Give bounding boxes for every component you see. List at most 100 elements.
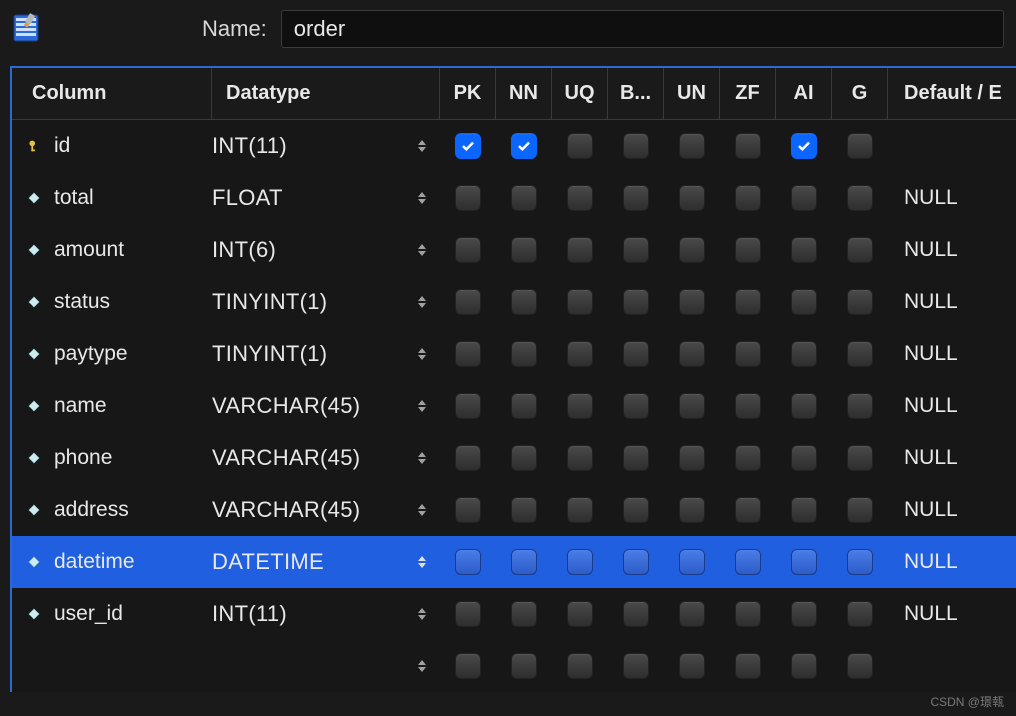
flag-checkbox[interactable] xyxy=(847,549,873,575)
flag-checkbox[interactable] xyxy=(679,341,705,367)
flag-checkbox[interactable] xyxy=(511,653,537,679)
table-row-new[interactable] xyxy=(12,640,1016,692)
flag-checkbox[interactable] xyxy=(567,601,593,627)
flag-checkbox[interactable] xyxy=(847,497,873,523)
flag-checkbox[interactable] xyxy=(735,289,761,315)
table-row[interactable]: amountINT(6)NULL xyxy=(12,224,1016,276)
flag-checkbox[interactable] xyxy=(455,133,481,159)
flag-checkbox[interactable] xyxy=(735,549,761,575)
flag-checkbox[interactable] xyxy=(791,133,817,159)
datatype-stepper[interactable] xyxy=(418,655,432,677)
flag-checkbox[interactable] xyxy=(623,653,649,679)
header-flag-pk[interactable]: PK xyxy=(440,68,496,119)
flag-checkbox[interactable] xyxy=(735,133,761,159)
flag-checkbox[interactable] xyxy=(847,341,873,367)
flag-checkbox[interactable] xyxy=(791,549,817,575)
header-datatype[interactable]: Datatype xyxy=(212,68,440,119)
flag-checkbox[interactable] xyxy=(679,549,705,575)
default-value[interactable]: NULL xyxy=(888,550,1016,574)
default-value[interactable]: NULL xyxy=(888,186,1016,210)
datatype-value[interactable]: DATETIME xyxy=(212,549,324,575)
header-default[interactable]: Default / E xyxy=(888,68,1016,119)
flag-checkbox[interactable] xyxy=(455,185,481,211)
flag-checkbox[interactable] xyxy=(679,237,705,263)
column-name[interactable]: amount xyxy=(54,238,124,262)
datatype-value[interactable]: VARCHAR(45) xyxy=(212,445,360,471)
flag-checkbox[interactable] xyxy=(623,445,649,471)
default-value[interactable]: NULL xyxy=(888,394,1016,418)
header-flag-nn[interactable]: NN xyxy=(496,68,552,119)
flag-checkbox[interactable] xyxy=(511,133,537,159)
datatype-stepper[interactable] xyxy=(418,291,432,313)
table-row[interactable]: paytypeTINYINT(1)NULL xyxy=(12,328,1016,380)
flag-checkbox[interactable] xyxy=(623,601,649,627)
table-row[interactable]: datetime DATETIME NULL xyxy=(12,536,1016,588)
datatype-value[interactable]: INT(11) xyxy=(212,133,287,159)
flag-checkbox[interactable] xyxy=(847,393,873,419)
flag-checkbox[interactable] xyxy=(735,653,761,679)
flag-checkbox[interactable] xyxy=(735,237,761,263)
datatype-value[interactable]: TINYINT(1) xyxy=(212,289,327,315)
flag-checkbox[interactable] xyxy=(679,653,705,679)
default-value[interactable]: NULL xyxy=(888,446,1016,470)
datatype-stepper[interactable] xyxy=(418,499,432,521)
flag-checkbox[interactable] xyxy=(791,185,817,211)
column-name[interactable]: datetime xyxy=(54,550,135,574)
flag-checkbox[interactable] xyxy=(623,497,649,523)
table-row[interactable]: idINT(11) xyxy=(12,120,1016,172)
flag-checkbox[interactable] xyxy=(511,237,537,263)
flag-checkbox[interactable] xyxy=(567,445,593,471)
flag-checkbox[interactable] xyxy=(511,393,537,419)
flag-checkbox[interactable] xyxy=(679,445,705,471)
datatype-value[interactable]: FLOAT xyxy=(212,185,283,211)
flag-checkbox[interactable] xyxy=(623,289,649,315)
flag-checkbox[interactable] xyxy=(735,601,761,627)
datatype-value[interactable]: VARCHAR(45) xyxy=(212,497,360,523)
table-row[interactable]: address VARCHAR(45) NULL xyxy=(12,484,1016,536)
default-value[interactable]: NULL xyxy=(888,602,1016,626)
flag-checkbox[interactable] xyxy=(791,341,817,367)
datatype-stepper[interactable] xyxy=(418,551,432,573)
header-column[interactable]: Column xyxy=(12,68,212,119)
datatype-stepper[interactable] xyxy=(418,603,432,625)
flag-checkbox[interactable] xyxy=(847,289,873,315)
flag-checkbox[interactable] xyxy=(847,133,873,159)
header-flag-b[interactable]: B... xyxy=(608,68,664,119)
header-flag-uq[interactable]: UQ xyxy=(552,68,608,119)
default-value[interactable]: NULL xyxy=(888,342,1016,366)
default-value[interactable]: NULL xyxy=(888,290,1016,314)
table-name-input[interactable] xyxy=(281,10,1004,48)
flag-checkbox[interactable] xyxy=(567,341,593,367)
flag-checkbox[interactable] xyxy=(791,601,817,627)
flag-checkbox[interactable] xyxy=(567,549,593,575)
column-name[interactable]: name xyxy=(54,394,107,418)
datatype-value[interactable]: TINYINT(1) xyxy=(212,341,327,367)
flag-checkbox[interactable] xyxy=(847,185,873,211)
flag-checkbox[interactable] xyxy=(623,133,649,159)
flag-checkbox[interactable] xyxy=(623,393,649,419)
flag-checkbox[interactable] xyxy=(455,549,481,575)
column-name[interactable]: address xyxy=(54,498,129,522)
flag-checkbox[interactable] xyxy=(511,185,537,211)
column-name[interactable]: user_id xyxy=(54,602,123,626)
datatype-value[interactable]: VARCHAR(45) xyxy=(212,393,360,419)
table-row[interactable]: totalFLOATNULL xyxy=(12,172,1016,224)
flag-checkbox[interactable] xyxy=(791,653,817,679)
column-name[interactable]: phone xyxy=(54,446,112,470)
flag-checkbox[interactable] xyxy=(791,289,817,315)
flag-checkbox[interactable] xyxy=(567,393,593,419)
datatype-stepper[interactable] xyxy=(418,343,432,365)
flag-checkbox[interactable] xyxy=(455,445,481,471)
default-value[interactable]: NULL xyxy=(888,498,1016,522)
flag-checkbox[interactable] xyxy=(623,341,649,367)
flag-checkbox[interactable] xyxy=(679,497,705,523)
flag-checkbox[interactable] xyxy=(511,445,537,471)
table-row[interactable]: phone VARCHAR(45) NULL xyxy=(12,432,1016,484)
flag-checkbox[interactable] xyxy=(511,289,537,315)
header-flag-ai[interactable]: AI xyxy=(776,68,832,119)
flag-checkbox[interactable] xyxy=(511,549,537,575)
flag-checkbox[interactable] xyxy=(455,237,481,263)
table-row[interactable]: statusTINYINT(1)NULL xyxy=(12,276,1016,328)
header-flag-un[interactable]: UN xyxy=(664,68,720,119)
table-row[interactable]: name VARCHAR(45) NULL xyxy=(12,380,1016,432)
